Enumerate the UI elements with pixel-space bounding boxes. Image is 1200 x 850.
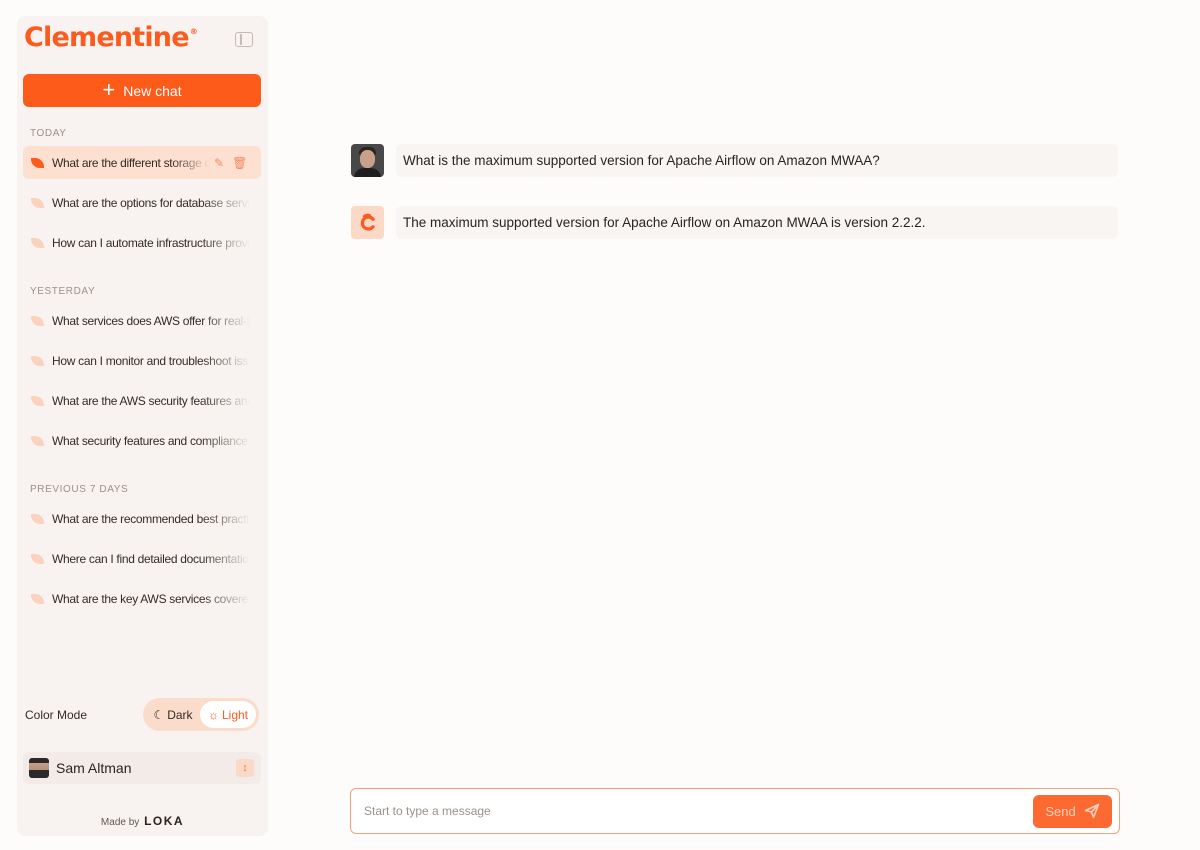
new-chat-label: New chat: [123, 82, 182, 99]
loka-logo[interactable]: LOKA: [144, 814, 184, 828]
history-item-label: What are the options for database servic…: [52, 195, 250, 210]
leaf-icon: [31, 355, 44, 366]
message-text: What is the maximum supported version fo…: [396, 144, 1118, 177]
history-item-label: What security features and compliance: [52, 433, 248, 448]
history-item-label: How can I automate infrastructure provis…: [52, 235, 250, 250]
history-item-label: What are the recommended best practices: [52, 511, 250, 526]
history-item[interactable]: What services does AWS offer for real-ti…: [23, 304, 261, 337]
history-item[interactable]: What are the AWS security features and: [23, 384, 261, 417]
history-item[interactable]: What are the different storage options ✎…: [23, 146, 261, 179]
moon-icon: ☾: [153, 707, 165, 722]
history-item[interactable]: Where can I find detailed documentation: [23, 542, 261, 575]
leaf-icon: [31, 593, 44, 604]
send-label: Send: [1045, 803, 1076, 819]
dark-mode-option[interactable]: ☾ Dark: [146, 701, 200, 728]
leaf-icon: [31, 395, 44, 406]
color-mode-label: Color Mode: [25, 708, 88, 722]
clementine-bot-icon: [351, 206, 384, 239]
sidebar-collapse-icon[interactable]: [235, 32, 253, 47]
chat-message-user: What is the maximum supported version fo…: [351, 144, 1119, 177]
leaf-icon: [31, 315, 44, 326]
new-chat-button[interactable]: + New chat: [23, 74, 261, 107]
send-icon: [1084, 803, 1099, 819]
history-item[interactable]: What are the options for database servic…: [23, 186, 261, 219]
light-mode-label: Light: [221, 707, 249, 722]
history-item[interactable]: What are the recommended best practices: [23, 502, 261, 535]
avatar: [29, 758, 49, 778]
section-title-previous-7-days: PREVIOUS 7 DAYS: [30, 484, 129, 495]
leaf-icon: [31, 157, 44, 168]
history-item-label: How can I monitor and troubleshoot issue…: [52, 353, 250, 368]
light-mode-option[interactable]: ☼ Light: [200, 701, 256, 728]
history-item[interactable]: How can I automate infrastructure provis…: [23, 226, 261, 259]
leaf-icon: [31, 553, 44, 564]
message-input[interactable]: [364, 804, 1033, 818]
section-title-today: TODAY: [30, 128, 67, 139]
brand-name: Clementine: [24, 22, 190, 53]
history-item-label: What are the key AWS services covered: [52, 591, 250, 606]
user-menu-icon[interactable]: ↕: [236, 759, 254, 777]
plus-icon: +: [102, 76, 116, 102]
brand-mark: ®: [189, 27, 198, 36]
history-item-label: What are the different storage options: [52, 155, 210, 170]
history-item[interactable]: What are the key AWS services covered: [23, 582, 261, 615]
history-item[interactable]: What security features and compliance: [23, 424, 261, 457]
history-item-label: What services does AWS offer for real-ti…: [52, 313, 250, 328]
leaf-icon: [31, 513, 44, 524]
trash-icon[interactable]: 🗑: [232, 156, 247, 170]
made-by-footer: Made by LOKA: [17, 814, 268, 828]
message-composer: Send: [350, 788, 1120, 834]
leaf-icon: [31, 435, 44, 446]
edit-icon[interactable]: ✎: [214, 156, 224, 170]
chat-message-assistant: The maximum supported version for Apache…: [351, 206, 1119, 239]
history-item-label: Where can I find detailed documentation: [52, 551, 250, 566]
dark-mode-label: Dark: [167, 707, 193, 722]
color-mode-toggle: ☾ Dark ☼ Light: [143, 698, 259, 731]
history-item-label: What are the AWS security features and: [52, 393, 250, 408]
avatar: [351, 144, 384, 177]
sidebar: Clementine ® + New chat TODAY What are th…: [17, 16, 268, 836]
sun-icon: ☼: [207, 707, 219, 722]
user-name: Sam Altman: [56, 760, 132, 776]
send-button[interactable]: Send: [1033, 794, 1112, 828]
section-title-yesterday: YESTERDAY: [30, 286, 96, 297]
history-item[interactable]: How can I monitor and troubleshoot issue…: [23, 344, 261, 377]
user-profile[interactable]: Sam Altman ↕: [23, 752, 261, 784]
message-text: The maximum supported version for Apache…: [396, 206, 1118, 239]
brand-logo[interactable]: Clementine ®: [24, 22, 198, 58]
leaf-icon: [31, 237, 44, 248]
made-by-prefix: Made by: [100, 817, 140, 828]
leaf-icon: [31, 197, 44, 208]
